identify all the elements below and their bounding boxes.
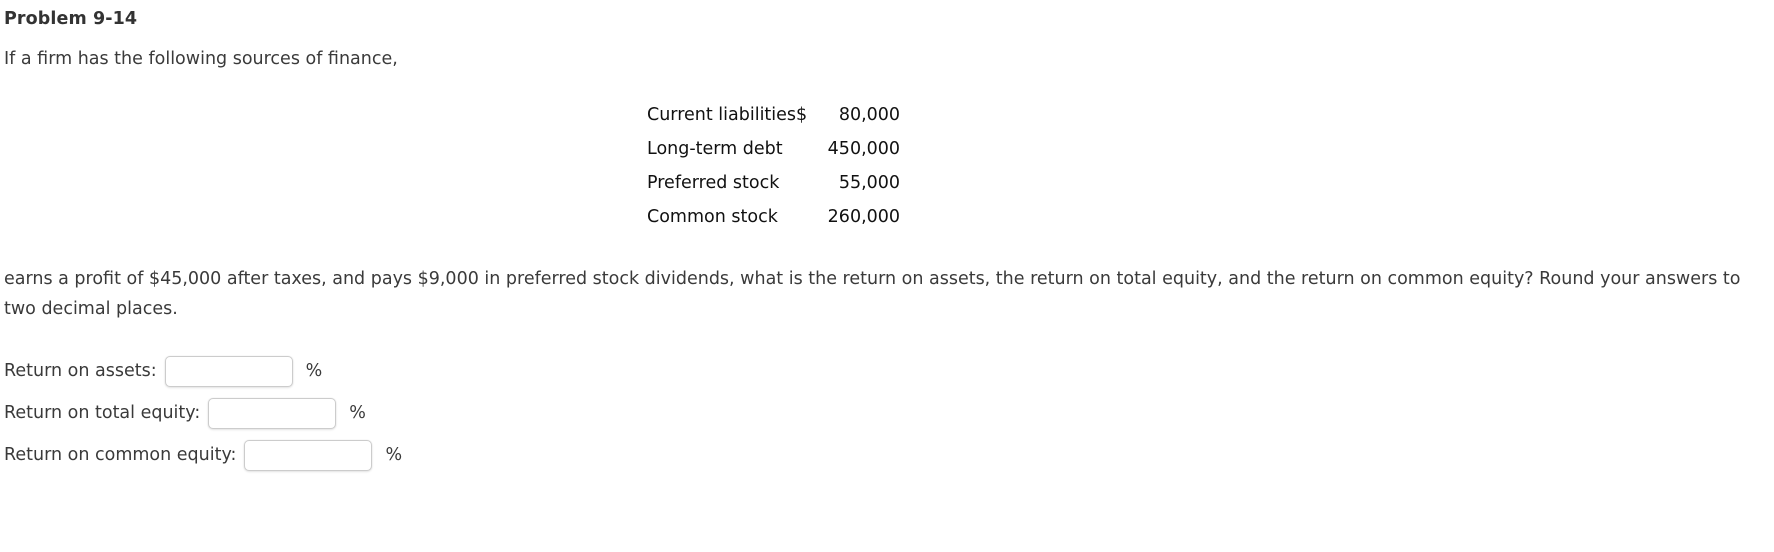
table-cell-currency: $ (796, 105, 808, 125)
return-on-total-equity-input[interactable] (208, 397, 337, 429)
answer-label-return-on-total-equity: Return on total equity: (4, 403, 201, 423)
problem-page: Problem 9-14 If a firm has the following… (0, 0, 1774, 552)
return-on-common-equity-input[interactable] (244, 439, 373, 471)
table-cell-value: 80,000 (838, 105, 901, 125)
problem-question-text: earns a profit of $45,000 after taxes, a… (4, 269, 1741, 319)
answer-row-return-on-assets: Return on assets: % (4, 350, 402, 392)
percent-symbol: % (305, 361, 323, 381)
problem-intro-text: If a firm has the following sources of f… (4, 49, 398, 69)
table-cell-label: Preferred stock (647, 173, 780, 193)
page-title: Problem 9-14 (4, 9, 138, 29)
answers-section: Return on assets: % Return on total equi… (4, 350, 402, 476)
answer-label-return-on-common-equity: Return on common equity: (4, 445, 237, 465)
table-cell-label: Current liabilities (647, 105, 797, 125)
table-cell-label: Common stock (647, 207, 778, 227)
answer-label-return-on-assets: Return on assets: (4, 361, 157, 381)
table-cell-label: Long-term debt (647, 139, 783, 159)
table-body: Current liabilities $ 80,000 Long-term d… (647, 98, 900, 234)
percent-symbol: % (349, 403, 366, 423)
percent-symbol: % (385, 445, 403, 465)
return-on-assets-input[interactable] (164, 355, 293, 387)
answer-row-return-on-common-equity: Return on common equity: % (4, 434, 402, 476)
table-row: Preferred stock 55,000 (647, 166, 900, 200)
table-row: Long-term debt 450,000 (647, 132, 900, 166)
table-cell-value: 260,000 (827, 207, 901, 227)
table-cell-currency (796, 166, 818, 200)
table-row: Current liabilities $ 80,000 (647, 98, 900, 132)
table-cell-currency (796, 200, 818, 234)
sources-of-finance-table: Current liabilities $ 80,000 Long-term d… (647, 98, 900, 234)
answer-row-return-on-total-equity: Return on total equity: % (4, 392, 402, 434)
table-cell-value: 55,000 (838, 173, 901, 193)
table-row: Common stock 260,000 (647, 200, 900, 234)
table-cell-currency (796, 132, 818, 166)
table-cell-value: 450,000 (827, 139, 901, 159)
